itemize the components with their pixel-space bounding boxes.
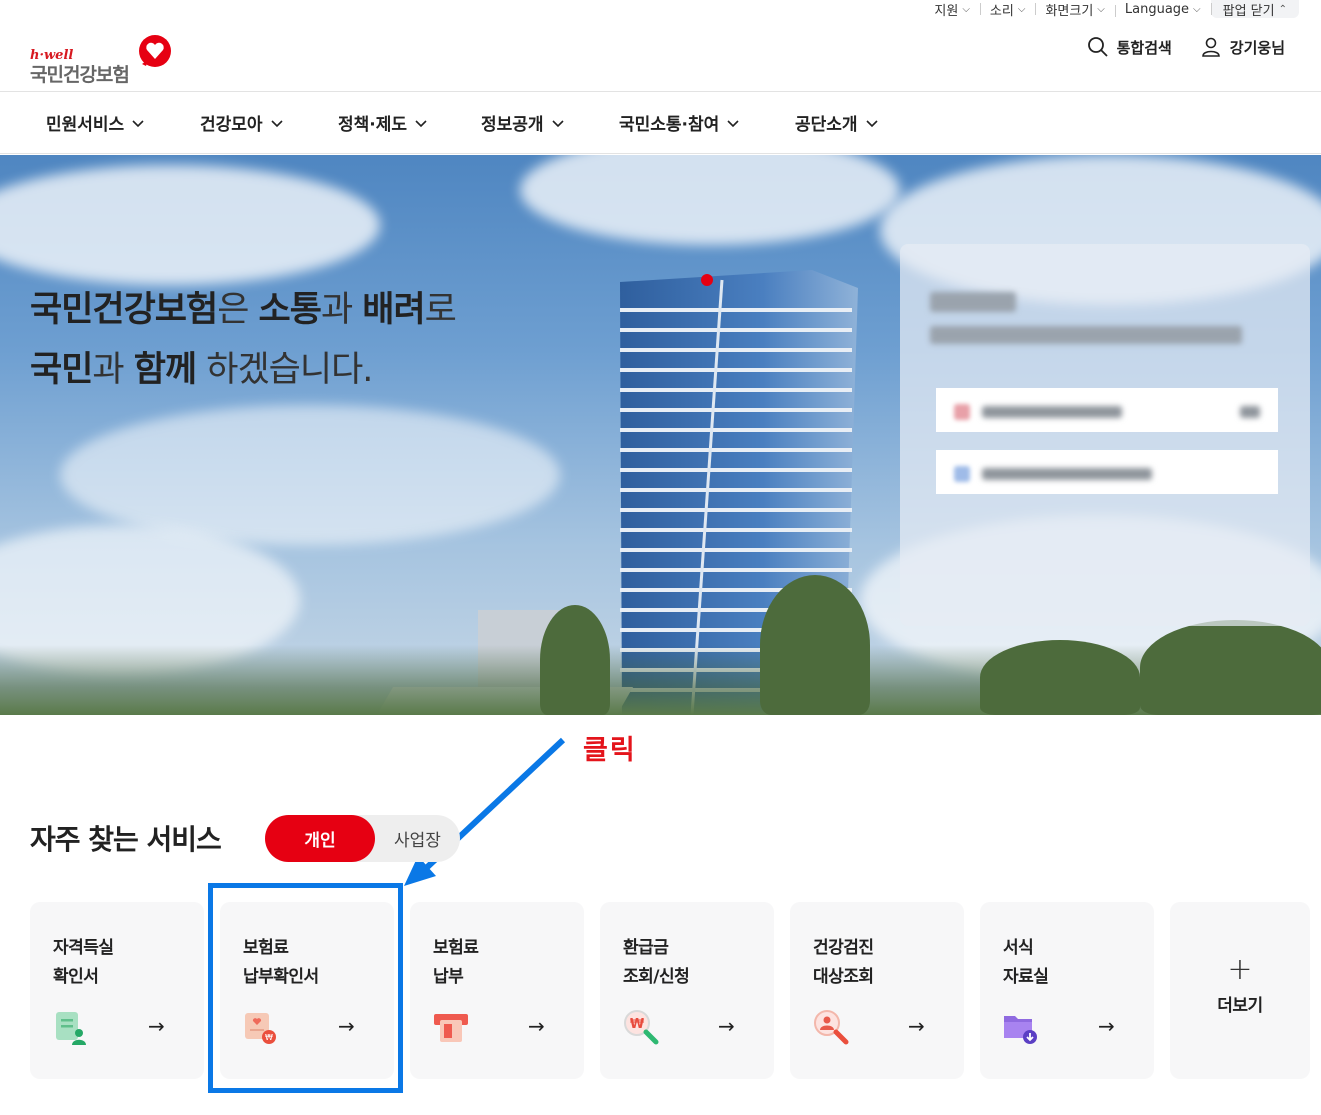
chevron-down-icon: ⌵ — [1097, 3, 1105, 15]
logo-name: 국민건강보험 — [30, 64, 130, 86]
chevron-down-icon — [865, 119, 878, 127]
chevron-down-icon — [551, 119, 564, 127]
arrow-right-icon: → — [1098, 1014, 1115, 1038]
card-title: 건강검진 대상조회 — [813, 938, 874, 987]
chevron-down-icon: ⌵ — [1017, 3, 1026, 15]
chevron-down-icon — [132, 119, 144, 127]
click-annotation-label: 클릭 — [583, 735, 637, 766]
chevron-down-icon: ⌵ — [1193, 3, 1201, 15]
plus-icon: + — [1227, 952, 1253, 987]
utility-language[interactable]: Language ⌵ — [1114, 2, 1211, 17]
nav-item-health-moa[interactable]: 건강모아 — [200, 110, 338, 135]
tree — [980, 640, 1140, 715]
refund-search-icon: ₩ — [624, 1010, 659, 1045]
chevron-down-icon — [415, 119, 427, 127]
arrow-right-icon: → — [148, 1014, 165, 1038]
logo[interactable]: h·well 국민건강보험 — [30, 26, 180, 86]
user-info-panel — [900, 244, 1310, 626]
nav-item-participation[interactable]: 국민소통·참여 — [619, 110, 795, 135]
heart-logo-icon — [139, 35, 171, 67]
hero-line-1: 국민건강보험은 소통과 배려로 — [30, 290, 457, 330]
card-title: 서식 자료실 — [1003, 938, 1049, 987]
chevron-up-icon: ⌃ — [1278, 3, 1287, 15]
redacted-text — [982, 468, 1152, 480]
redacted-text — [930, 292, 1016, 312]
hero-headline: 국민건강보험은 소통과 배려로 국민과 함께 하겠습니다. — [30, 280, 457, 400]
integrated-search-button[interactable]: 통합검색 — [1087, 36, 1172, 58]
arrow-right-icon: → — [908, 1014, 925, 1038]
card-payment-icon — [434, 1014, 468, 1042]
cloud — [0, 165, 380, 285]
section-title: 자주 찾는 서비스 — [30, 823, 222, 856]
site-header: h·well 국민건강보험 통합검색 강기웅님 — [0, 18, 1321, 92]
nav-item-civil-service[interactable]: 민원서비스 — [46, 110, 200, 135]
redacted-text — [982, 406, 1122, 418]
chevron-down-icon: ⌵ — [962, 3, 970, 15]
svg-text:₩: ₩ — [630, 1017, 645, 1032]
utility-sound[interactable]: 소리 ⌵ — [979, 0, 1036, 19]
user-name: 강기웅님 — [1229, 38, 1285, 57]
utility-popup-close[interactable]: 팝업 닫기 ⌃ — [1210, 0, 1299, 19]
redacted-icon — [954, 466, 970, 482]
service-card-more[interactable]: + 더보기 — [1170, 902, 1310, 1079]
header-actions: 통합검색 강기웅님 — [1087, 36, 1285, 58]
arrow-right-icon: → — [718, 1014, 735, 1038]
tree — [1140, 620, 1321, 715]
checkup-search-icon — [814, 1010, 849, 1045]
annotation-highlight-box — [208, 883, 403, 1093]
user-icon — [1201, 37, 1220, 57]
service-card-health-checkup[interactable]: 건강검진 대상조회 → — [790, 902, 964, 1079]
utility-zoom[interactable]: 화면크기 ⌵ — [1035, 0, 1114, 19]
hero-line-2: 국민과 함께 하겠습니다. — [30, 350, 373, 390]
chevron-down-icon — [727, 119, 739, 127]
card-title: 보험료 납부 — [433, 938, 479, 987]
folder-download-icon — [1004, 1016, 1037, 1044]
tree — [760, 575, 870, 715]
certificate-icon — [56, 1012, 86, 1045]
utility-bar: 지원 ⌵ 소리 ⌵ 화면크기 ⌵ Language ⌵ 팝업 닫기 ⌃ — [924, 0, 1299, 19]
nav-item-disclosure[interactable]: 정보공개 — [481, 110, 619, 135]
service-card-premium-payment[interactable]: 보험료 납부 → — [410, 902, 584, 1079]
redacted-text — [930, 326, 1242, 344]
card-title: 환급금 조회/신청 — [623, 938, 690, 987]
panel-link-row[interactable] — [936, 388, 1278, 432]
nav-item-policy[interactable]: 정책·제도 — [338, 110, 481, 135]
search-icon — [1087, 37, 1108, 57]
main-nav: 민원서비스 건강모아 정책·제도 정보공개 국민소통·참여 공단소개 — [0, 92, 1321, 154]
search-label: 통합검색 — [1116, 38, 1172, 57]
cloud — [60, 405, 560, 545]
service-card-refund[interactable]: 환급금 조회/신청 ₩ → — [600, 902, 774, 1079]
service-type-toggle: 개인 사업장 — [265, 815, 460, 862]
service-card-qualification[interactable]: 자격득실 확인서 → — [30, 902, 204, 1079]
user-menu-button[interactable]: 강기웅님 — [1200, 36, 1285, 58]
card-title: 자격득실 확인서 — [53, 938, 114, 987]
arrow-right-icon: → — [528, 1014, 545, 1038]
service-card-forms[interactable]: 서식 자료실 → — [980, 902, 1154, 1079]
redacted-text — [1240, 406, 1260, 418]
tab-personal[interactable]: 개인 — [265, 815, 375, 862]
chevron-down-icon — [270, 119, 283, 127]
hero-banner: 국민건강보험은 소통과 배려로 국민과 함께 하겠습니다. — [0, 155, 1321, 715]
cloud — [520, 155, 900, 245]
utility-support[interactable]: 지원 ⌵ — [924, 0, 980, 19]
panel-link-row[interactable] — [936, 450, 1278, 494]
more-label: 더보기 — [1217, 996, 1263, 1016]
redacted-icon — [954, 404, 970, 420]
nav-item-about[interactable]: 공단소개 — [795, 110, 915, 135]
tree — [540, 605, 610, 715]
tab-business[interactable]: 사업장 — [375, 815, 460, 862]
